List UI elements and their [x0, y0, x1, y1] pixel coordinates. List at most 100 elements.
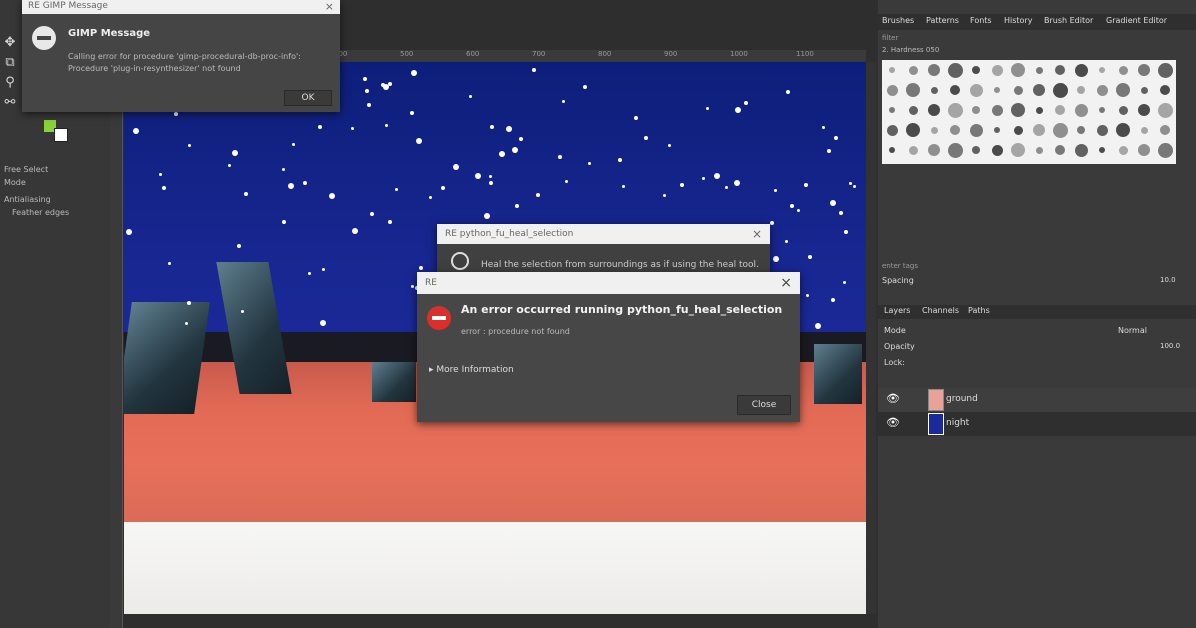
brush-preset[interactable]	[1118, 65, 1128, 75]
brush-preset[interactable]	[1099, 147, 1105, 153]
brush-preset[interactable]	[1096, 84, 1108, 96]
background-color-swatch[interactable]	[54, 128, 68, 142]
visibility-eye-icon[interactable]: 👁	[886, 416, 900, 429]
brush-preset[interactable]	[1033, 84, 1045, 96]
brush-preset[interactable]	[908, 65, 918, 75]
layer-mode-select[interactable]: Normal	[1118, 326, 1147, 335]
brush-preset[interactable]	[1138, 64, 1150, 76]
brush-preset[interactable]	[928, 144, 940, 156]
brush-preset[interactable]	[1116, 83, 1130, 97]
brush-preset[interactable]	[1074, 103, 1088, 117]
brush-preset[interactable]	[908, 105, 918, 115]
brush-preset[interactable]	[947, 102, 963, 118]
brush-preset[interactable]	[1035, 106, 1043, 114]
brush-preset[interactable]	[928, 64, 940, 76]
close-icon[interactable]: ×	[780, 275, 792, 291]
brush-preset[interactable]	[947, 142, 963, 158]
brush-preset[interactable]	[950, 85, 960, 95]
brush-preset[interactable]	[1157, 142, 1173, 158]
paths-tool-icon[interactable]: ⚲	[2, 76, 18, 90]
close-button[interactable]: Close	[737, 395, 791, 415]
brush-preset[interactable]	[1077, 126, 1085, 134]
move-tool-icon[interactable]: ✥	[2, 36, 18, 50]
brush-preset[interactable]	[889, 147, 895, 153]
tab-channels[interactable]: Channels	[922, 306, 959, 315]
spacing-slider[interactable]	[880, 274, 1180, 285]
brush-preset[interactable]	[889, 67, 895, 73]
brush-preset[interactable]	[906, 83, 920, 97]
brush-preset[interactable]	[969, 123, 983, 137]
canvas-scrollbar[interactable]	[866, 62, 876, 614]
brush-preset[interactable]	[1074, 143, 1088, 157]
brush-preset[interactable]	[1055, 105, 1065, 115]
brush-preset[interactable]	[1140, 86, 1148, 94]
visibility-eye-icon[interactable]: 👁	[886, 392, 900, 405]
brush-preset[interactable]	[1011, 63, 1025, 77]
tags-input[interactable]: enter tags	[882, 262, 918, 270]
brush-preset[interactable]	[1011, 103, 1025, 117]
brush-preset[interactable]	[906, 123, 920, 137]
zoom-tool-icon[interactable]: ⚯	[2, 96, 18, 110]
close-icon[interactable]: ×	[325, 0, 334, 13]
brush-preset[interactable]	[1116, 123, 1130, 137]
tab-brushes[interactable]: Brushes	[882, 16, 914, 25]
antialiasing-checkbox[interactable]: Antialiasing	[4, 195, 51, 204]
feather-edges-checkbox[interactable]: Feather edges	[12, 208, 69, 217]
brush-preset[interactable]	[930, 126, 938, 134]
brush-preset[interactable]	[1140, 126, 1148, 134]
brush-preset[interactable]	[1052, 122, 1068, 138]
tab-layers[interactable]: Layers	[884, 306, 910, 315]
ok-button[interactable]: OK	[284, 90, 332, 106]
brush-preset[interactable]	[908, 145, 918, 155]
tab-paths[interactable]: Paths	[968, 306, 990, 315]
brush-preset[interactable]	[1160, 125, 1170, 135]
brush-preset[interactable]	[994, 127, 1000, 133]
brush-preset[interactable]	[1157, 62, 1173, 78]
brush-preset[interactable]	[972, 106, 980, 114]
layer-row-ground[interactable]: 👁 ground	[878, 388, 1196, 412]
brush-preset[interactable]	[1096, 124, 1108, 136]
brush-preset[interactable]	[947, 62, 963, 78]
brush-preset[interactable]	[889, 107, 895, 113]
brush-preset[interactable]	[1160, 85, 1170, 95]
brush-preset[interactable]	[1013, 85, 1023, 95]
brush-preset[interactable]	[1055, 65, 1065, 75]
tab-history[interactable]: History	[1004, 16, 1032, 25]
opacity-value[interactable]: 100.0	[1160, 342, 1180, 350]
brush-preset[interactable]	[994, 87, 1000, 93]
layer-row-night[interactable]: 👁 night	[878, 412, 1196, 436]
brush-preset[interactable]	[1157, 102, 1173, 118]
brush-preset[interactable]	[1099, 67, 1105, 73]
brush-preset[interactable]	[991, 144, 1003, 156]
brush-preset[interactable]	[1035, 66, 1043, 74]
tab-patterns[interactable]: Patterns	[926, 16, 959, 25]
more-information-expander[interactable]: ▸ More Information	[429, 365, 514, 375]
tab-brush-editor[interactable]: Brush Editor	[1044, 16, 1093, 25]
brush-preset[interactable]	[991, 104, 1003, 116]
brush-preset[interactable]	[1118, 145, 1128, 155]
tab-fonts[interactable]: Fonts	[970, 16, 992, 25]
brush-preset[interactable]	[972, 146, 980, 154]
brush-preset[interactable]	[1074, 63, 1088, 77]
brush-preset[interactable]	[928, 104, 940, 116]
brush-preset[interactable]	[1118, 105, 1128, 115]
brush-preset[interactable]	[1013, 125, 1023, 135]
tab-gradient-editor[interactable]: Gradient Editor	[1106, 16, 1167, 25]
brush-preset[interactable]	[1052, 82, 1068, 98]
brush-preset[interactable]	[950, 125, 960, 135]
brush-preset[interactable]	[1055, 145, 1065, 155]
brush-preset[interactable]	[1138, 104, 1150, 116]
brush-grid[interactable]	[882, 60, 1176, 164]
brush-preset[interactable]	[969, 83, 983, 97]
brush-preset[interactable]	[886, 84, 898, 96]
brush-preset[interactable]	[991, 64, 1003, 76]
brush-preset[interactable]	[972, 66, 980, 74]
brush-preset[interactable]	[1099, 107, 1105, 113]
brush-preset[interactable]	[1138, 144, 1150, 156]
close-icon[interactable]: ×	[752, 227, 762, 241]
brush-preset[interactable]	[1077, 86, 1085, 94]
transform-tool-icon[interactable]: ⧉	[2, 56, 18, 70]
brush-preset[interactable]	[1035, 146, 1043, 154]
brush-preset[interactable]	[886, 124, 898, 136]
brush-preset[interactable]	[930, 86, 938, 94]
